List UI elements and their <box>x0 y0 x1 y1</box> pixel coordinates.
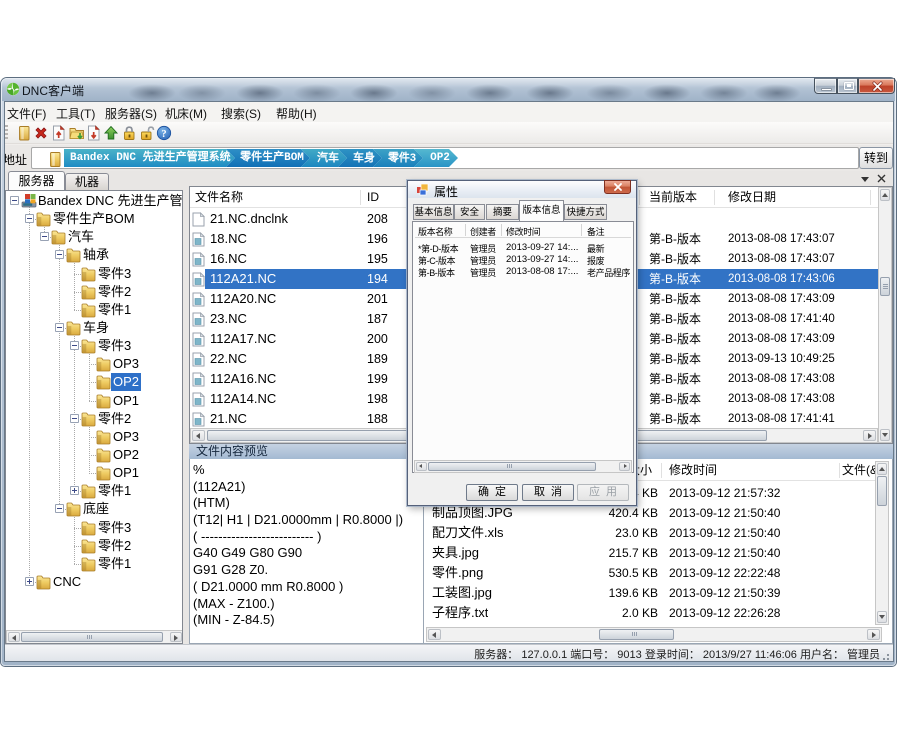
svg-text:?: ? <box>161 129 166 140</box>
